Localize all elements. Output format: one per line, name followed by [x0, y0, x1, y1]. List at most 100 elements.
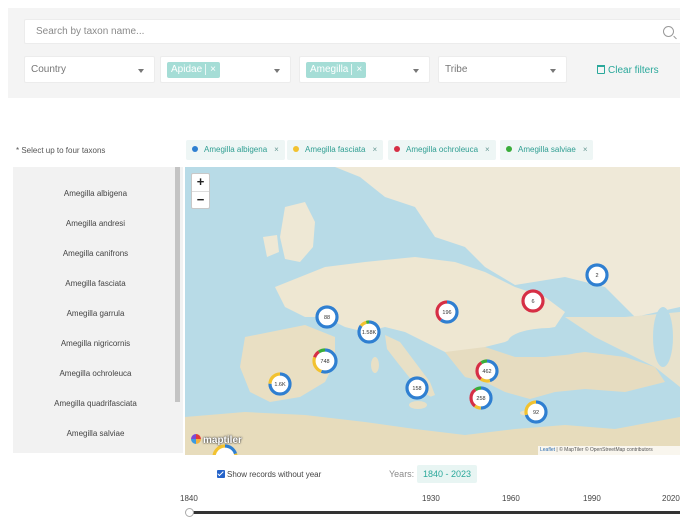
cluster-marker[interactable]: 462	[475, 359, 499, 383]
taxon-chip-remove[interactable]: ×	[485, 145, 490, 154]
species-item[interactable]: Amegilla garrula	[13, 309, 178, 318]
cluster-marker[interactable]: 1.6K	[268, 372, 292, 396]
taxon-chip-remove[interactable]: ×	[274, 145, 279, 154]
cluster-marker[interactable]: 88	[315, 305, 339, 329]
years-value: 1840 - 2023	[417, 465, 478, 483]
trash-icon	[597, 65, 605, 74]
cluster-count-label: 462	[482, 369, 491, 375]
cluster-count-label: 196	[442, 310, 451, 316]
taxon-chip: Amegilla ochroleuca ×	[388, 140, 496, 160]
timeline-tick-label: 1840	[180, 494, 198, 503]
taxon-color-dot	[192, 146, 198, 152]
taxon-chip-remove[interactable]: ×	[372, 145, 377, 154]
land-sardinia	[371, 357, 379, 373]
search-box	[24, 19, 680, 44]
genus-chip-label: Amegilla	[310, 64, 349, 75]
cluster-marker[interactable]: 258	[469, 386, 493, 410]
species-item[interactable]: Amegilla salviae	[13, 429, 178, 438]
maptiler-logo[interactable]: maptiler	[191, 434, 242, 446]
family-select[interactable]: Apidae ×	[160, 56, 291, 83]
country-placeholder: Country	[31, 64, 67, 75]
taxon-chip-label: Amegilla ochroleuca	[406, 145, 479, 154]
cluster-count-label: 158	[412, 386, 421, 392]
caspian-sea	[653, 307, 673, 367]
species-list-scrollbar[interactable]	[175, 167, 180, 402]
cluster-marker[interactable]: 1.58K	[357, 320, 381, 344]
genus-select[interactable]: Amegilla ×	[299, 56, 430, 83]
map-view[interactable]: 88 1.58K 196 6 2 748 1.6K 158 462 258 92	[185, 167, 680, 455]
search-icon[interactable]	[663, 26, 674, 37]
country-select[interactable]: Country	[24, 56, 155, 83]
cluster-marker[interactable]: 196	[435, 300, 459, 324]
cluster-count-label: 92	[533, 410, 539, 416]
cluster-count-label: 748	[320, 359, 329, 365]
zoom-out-button[interactable]: −	[192, 191, 209, 208]
tribe-placeholder: Tribe	[445, 64, 468, 75]
land-sicily	[409, 401, 427, 409]
checkbox-checked-icon[interactable]	[217, 470, 225, 478]
checkbox-label: Show records without year	[227, 470, 322, 479]
clear-filters-label: Clear filters	[608, 65, 659, 76]
leaflet-link[interactable]: Leaflet	[540, 447, 555, 453]
maptiler-logo-icon	[191, 434, 201, 444]
cluster-marker[interactable]: 158	[405, 376, 429, 400]
genus-chip: Amegilla ×	[306, 62, 367, 78]
species-item[interactable]: Amegilla quadrifasciata	[13, 399, 178, 408]
cluster-count-label: 258	[476, 396, 485, 402]
zoom-in-button[interactable]: +	[192, 174, 209, 191]
app-root: Country Apidae× Amegilla× Tribe Clear fi…	[0, 0, 680, 517]
chevron-down-icon	[274, 69, 280, 73]
cluster-marker[interactable]: 92	[524, 400, 548, 424]
cluster-count-label: 1.58K	[362, 330, 377, 336]
taxon-chip-remove[interactable]: ×	[583, 145, 588, 154]
cluster-marker[interactable]: 2	[585, 263, 609, 287]
taxa-hint: * Select up to four taxons	[16, 146, 106, 155]
taxon-chip: Amegilla salviae ×	[500, 140, 594, 160]
show-records-without-year[interactable]: Show records without year	[217, 470, 321, 479]
cluster-marker[interactable]	[212, 444, 238, 455]
genus-chip-remove[interactable]: ×	[351, 64, 363, 75]
species-item[interactable]: Amegilla ochroleuca	[13, 369, 178, 378]
species-list: Amegilla albigena Amegilla andresi Amegi…	[13, 167, 183, 453]
clear-filters-button[interactable]: Clear filters	[597, 65, 659, 76]
chevron-down-icon	[413, 69, 419, 73]
tribe-select[interactable]: Tribe	[438, 56, 567, 83]
filter-panel: Country Apidae× Amegilla× Tribe	[8, 8, 680, 98]
species-item[interactable]: Amegilla albigena	[13, 189, 178, 198]
attribution-text: | © MapTiler © OpenStreetMap contributor…	[555, 447, 653, 453]
years-label: Years:	[389, 469, 415, 479]
map-canvas: 88 1.58K 196 6 2 748 1.6K 158 462 258 92	[185, 167, 680, 455]
taxon-color-dot	[293, 146, 299, 152]
zoom-control: + −	[191, 173, 210, 209]
black-sea	[508, 328, 592, 356]
taxon-chip-label: Amegilla salviae	[518, 145, 576, 154]
year-slider-handle[interactable]	[185, 508, 194, 517]
species-item[interactable]: Amegilla canifrons	[13, 249, 178, 258]
taxon-color-dot	[506, 146, 512, 152]
species-item[interactable]: Amegilla andresi	[13, 219, 178, 228]
taxon-chip-label: Amegilla albigena	[204, 145, 268, 154]
chevron-down-icon	[550, 69, 556, 73]
family-chip-label: Apidae	[171, 64, 203, 75]
timeline-tick-label: 1930	[422, 494, 440, 503]
search-input[interactable]	[25, 20, 645, 43]
family-chip-remove[interactable]: ×	[205, 64, 216, 75]
cluster-count-label: 2	[595, 273, 598, 279]
species-item[interactable]: Amegilla nigricornis	[13, 339, 178, 348]
cluster-marker[interactable]: 748	[312, 348, 338, 374]
taxon-chip: Amegilla fasciata ×	[287, 140, 384, 160]
cluster-count-label: 1.6K	[274, 382, 286, 388]
map-attribution: Leaflet | © MapTiler © OpenStreetMap con…	[538, 446, 680, 455]
cluster-count-label: 6	[531, 299, 534, 305]
taxon-chip-label: Amegilla fasciata	[305, 145, 366, 154]
cluster-marker[interactable]: 6	[521, 289, 545, 313]
timeline-tick-label: 1990	[583, 494, 601, 503]
maptiler-logo-text: maptiler	[203, 435, 242, 446]
taxon-color-dot	[394, 146, 400, 152]
year-slider-track[interactable]	[188, 511, 680, 514]
taxon-chip: Amegilla albigena ×	[186, 140, 285, 160]
timeline-tick-label: 1960	[502, 494, 520, 503]
species-item[interactable]: Amegilla fasciata	[13, 279, 178, 288]
family-chip: Apidae ×	[167, 62, 220, 78]
timeline-tick-label: 2020	[662, 494, 680, 503]
